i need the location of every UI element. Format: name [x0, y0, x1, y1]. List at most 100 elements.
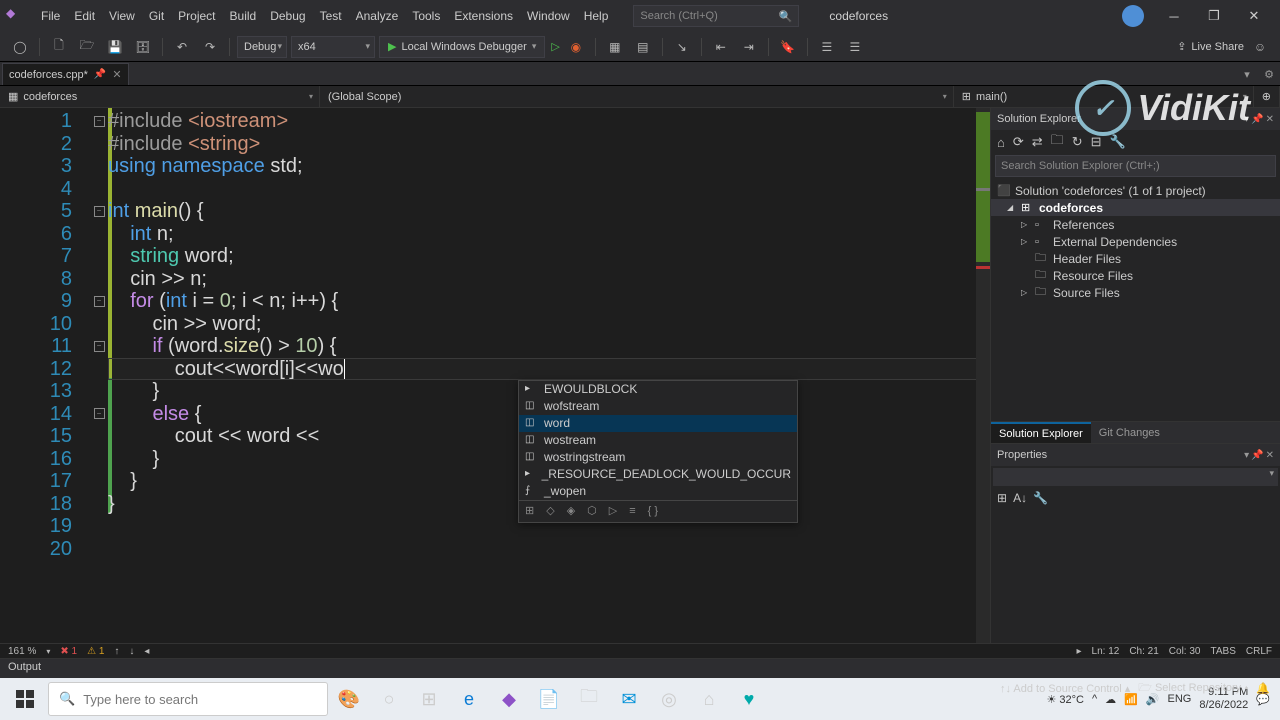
- tree-solution-root[interactable]: ⬛Solution 'codeforces' (1 of 1 project): [991, 182, 1280, 199]
- nav-down-icon[interactable]: ↓: [129, 646, 134, 657]
- zoom-level[interactable]: 161 %: [8, 646, 36, 657]
- switch-icon[interactable]: ⇄: [1032, 134, 1043, 150]
- menu-window[interactable]: Window: [520, 0, 577, 32]
- notifications-icon[interactable]: 🔔: [1256, 682, 1270, 695]
- intellisense-footer[interactable]: ⊞◇◈⬡▷≡{ }: [519, 500, 797, 522]
- bookmark-icon[interactable]: 🔖: [776, 35, 800, 59]
- refresh-icon[interactable]: ↻: [1072, 134, 1083, 150]
- output-panel-header[interactable]: Output: [0, 658, 1280, 678]
- pin-icon[interactable]: 📌: [94, 69, 106, 80]
- close-icon[interactable]: ✕: [112, 68, 121, 81]
- categorized-icon[interactable]: ⊞: [997, 491, 1007, 505]
- scroll-left-icon[interactable]: ◂: [144, 646, 149, 657]
- save-icon[interactable]: 💾: [103, 35, 127, 59]
- menu-file[interactable]: File: [34, 0, 67, 32]
- pin-icon[interactable]: 📌: [1251, 114, 1263, 125]
- nav-scope-combo[interactable]: (Global Scope): [320, 86, 954, 107]
- toolbar-icon[interactable]: ▦: [603, 35, 627, 59]
- start-without-debugging-icon[interactable]: ▷: [551, 40, 559, 53]
- app-icon[interactable]: ◎: [650, 680, 688, 718]
- menu-build[interactable]: Build: [223, 0, 264, 32]
- close-icon[interactable]: ✕: [1266, 114, 1274, 125]
- toolbar-icon[interactable]: ▤: [631, 35, 655, 59]
- tab-codeforces-cpp[interactable]: codeforces.cpp*📌✕: [2, 63, 129, 85]
- app-icon[interactable]: ♥: [730, 680, 768, 718]
- solution-tree[interactable]: ⬛Solution 'codeforces' (1 of 1 project) …: [991, 178, 1280, 421]
- source-control[interactable]: ↑↓ Add to Source Control ▴: [1000, 682, 1130, 695]
- menu-project[interactable]: Project: [171, 0, 222, 32]
- code-editor[interactable]: 1234567891011121314151617181920 −−−−− #i…: [0, 108, 990, 643]
- tree-project[interactable]: ◢⊞codeforces: [991, 199, 1280, 216]
- solution-explorer-toolbar[interactable]: ⌂⟳⇄🗀↻⊟🔧: [991, 130, 1280, 154]
- solution-search-input[interactable]: Search Solution Explorer (Ctrl+;): [995, 155, 1276, 177]
- menu-help[interactable]: Help: [577, 0, 616, 32]
- undo-icon[interactable]: ↶: [170, 35, 194, 59]
- configuration-combo[interactable]: Debug: [237, 36, 287, 58]
- visual-studio-icon[interactable]: ◆: [490, 680, 528, 718]
- step-icon[interactable]: ↘: [670, 35, 694, 59]
- menu-extensions[interactable]: Extensions: [447, 0, 520, 32]
- new-item-icon[interactable]: 🗋: [47, 35, 71, 59]
- tree-folder[interactable]: ▷▫External Dependencies: [991, 233, 1280, 250]
- user-avatar[interactable]: [1122, 5, 1144, 27]
- task-view-icon[interactable]: ⊞: [410, 680, 448, 718]
- dropdown-icon[interactable]: ▾: [1244, 450, 1249, 461]
- panel-header[interactable]: Solution Explorer▾📌✕: [991, 108, 1280, 130]
- close-button[interactable]: ✕: [1234, 0, 1274, 32]
- indent-mode[interactable]: TABS: [1210, 646, 1235, 657]
- tree-folder[interactable]: ▷▫References: [991, 216, 1280, 233]
- mail-icon[interactable]: ✉: [610, 680, 648, 718]
- nav-up-icon[interactable]: ↑: [114, 646, 119, 657]
- tree-folder[interactable]: 🗀Resource Files: [991, 267, 1280, 284]
- tab-settings-icon[interactable]: ⚙: [1258, 63, 1280, 85]
- tab-git-changes[interactable]: Git Changes: [1091, 422, 1168, 443]
- tab-solution-explorer[interactable]: Solution Explorer: [991, 422, 1091, 443]
- outdent-icon[interactable]: ⇤: [709, 35, 733, 59]
- wrench-icon[interactable]: 🔧: [1033, 491, 1048, 505]
- menu-tools[interactable]: Tools: [405, 0, 447, 32]
- menu-edit[interactable]: Edit: [67, 0, 102, 32]
- intellisense-popup[interactable]: ▸EWOULDBLOCK ◫wofstream ◫word ◫wostream …: [518, 380, 798, 523]
- menu-git[interactable]: Git: [142, 0, 171, 32]
- taskbar-app-icon[interactable]: 🎨: [330, 680, 368, 718]
- tab-dropdown-icon[interactable]: ▾: [1236, 63, 1258, 85]
- menu-debug[interactable]: Debug: [263, 0, 312, 32]
- nav-back-icon[interactable]: ◯: [8, 35, 32, 59]
- explorer-icon[interactable]: 🗀: [570, 680, 608, 718]
- nav-member-combo[interactable]: ⊞main(): [954, 86, 1254, 107]
- properties-icon[interactable]: 🔧: [1110, 134, 1126, 150]
- tree-folder[interactable]: 🗀Header Files: [991, 250, 1280, 267]
- edge-icon[interactable]: e: [450, 680, 488, 718]
- show-all-icon[interactable]: 🗀: [1051, 131, 1064, 153]
- error-count[interactable]: ✖ 1: [60, 646, 77, 657]
- feedback-icon[interactable]: ☺: [1248, 35, 1272, 59]
- start-debugging-button[interactable]: ▶Local Windows Debugger▾: [379, 36, 545, 58]
- collapse-icon[interactable]: ⊟: [1091, 134, 1102, 150]
- dropdown-icon[interactable]: ▾: [1244, 114, 1249, 125]
- indent-icon[interactable]: ⇥: [737, 35, 761, 59]
- sync-icon[interactable]: ⟳: [1013, 134, 1024, 150]
- alphabetical-icon[interactable]: A↓: [1013, 491, 1027, 505]
- pin-icon[interactable]: 📌: [1251, 450, 1263, 461]
- nav-split-icon[interactable]: ⊕: [1254, 86, 1280, 107]
- open-icon[interactable]: 🗁: [75, 35, 99, 59]
- menu-analyze[interactable]: Analyze: [349, 0, 406, 32]
- close-icon[interactable]: ✕: [1266, 450, 1274, 461]
- uncomment-icon[interactable]: ☰: [843, 35, 867, 59]
- select-repo[interactable]: 🗁 Select Repository ▴: [1138, 679, 1248, 698]
- tree-folder[interactable]: ▷🗀Source Files: [991, 284, 1280, 301]
- properties-combo[interactable]: ▾: [993, 468, 1278, 486]
- editor-scrollbar[interactable]: [976, 108, 990, 643]
- menu-test[interactable]: Test: [313, 0, 349, 32]
- taskbar-search-input[interactable]: 🔍Type here to search: [48, 682, 328, 716]
- scroll-right-icon[interactable]: ▸: [1076, 646, 1081, 657]
- live-share-button[interactable]: ⇪Live Share: [1177, 40, 1244, 53]
- maximize-button[interactable]: ❐: [1194, 0, 1234, 32]
- warning-count[interactable]: ⚠ 1: [87, 646, 104, 657]
- quick-search-input[interactable]: Search (Ctrl+Q)🔍: [633, 5, 799, 27]
- properties-header[interactable]: Properties▾📌✕: [991, 444, 1280, 466]
- app-icon[interactable]: ⌂: [690, 680, 728, 718]
- save-all-icon[interactable]: 🗄: [131, 35, 155, 59]
- start-button[interactable]: [4, 678, 46, 720]
- cortana-icon[interactable]: ○: [370, 680, 408, 718]
